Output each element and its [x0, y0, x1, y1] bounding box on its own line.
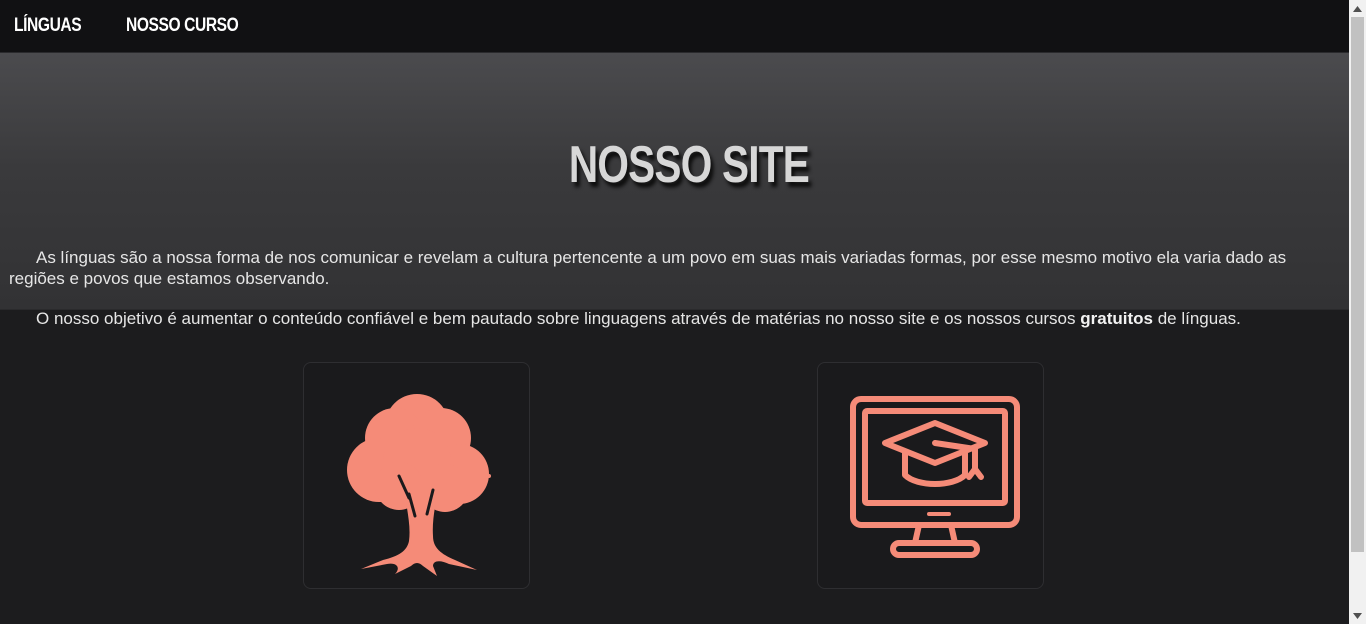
hero-description: As línguas são a nossa forma de nos comu… [9, 247, 1341, 329]
scroll-up-button[interactable] [1349, 0, 1366, 17]
scroll-up-arrow-icon [1353, 5, 1362, 12]
page: LÍNGUAS NOSSO CURSO NOSSO SITE As língua… [0, 0, 1349, 624]
top-navbar: LÍNGUAS NOSSO CURSO [0, 0, 1349, 53]
scroll-thumb[interactable] [1351, 17, 1364, 552]
vertical-scrollbar[interactable] [1349, 0, 1366, 624]
scroll-down-arrow-icon [1353, 612, 1362, 619]
scroll-down-button[interactable] [1349, 607, 1366, 624]
objective-text-start: O nosso objetivo é aumentar o conteúdo c… [36, 309, 1081, 328]
objective-highlight: gratuitos [1080, 309, 1153, 328]
hero-section: NOSSO SITE As línguas são a nossa forma … [0, 53, 1349, 328]
nav-link-nosso-curso[interactable]: NOSSO CURSO [126, 15, 239, 37]
tree-icon [346, 393, 491, 576]
nav-link-linguas[interactable]: LÍNGUAS [14, 15, 82, 37]
page-title: NOSSO SITE [0, 137, 1349, 193]
page-title-text: NOSSO SITE [568, 136, 810, 194]
objective-paragraph: O nosso objetivo é aumentar o conteúdo c… [9, 308, 1341, 329]
card-languages[interactable] [303, 362, 530, 589]
objective-text-end: de línguas. [1152, 309, 1241, 328]
card-online-course[interactable] [817, 362, 1044, 589]
intro-paragraph: As línguas são a nossa forma de nos comu… [9, 248, 1287, 288]
online-course-monitor-icon [849, 395, 1020, 558]
